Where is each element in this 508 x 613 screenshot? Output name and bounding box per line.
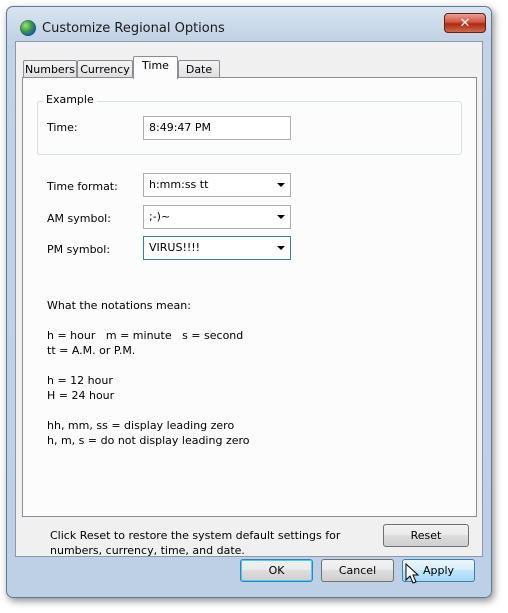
notation-no-leading-zero: h, m, s = do not display leading zero (47, 434, 250, 447)
tab-time[interactable]: Time (133, 56, 178, 79)
time-format-dropdown[interactable]: h:mm:ss tt (143, 173, 291, 197)
time-format-value: h:mm:ss tt (149, 178, 209, 191)
tab-currency[interactable]: Currency (77, 60, 133, 78)
window-title: Customize Regional Options (42, 21, 225, 36)
reset-button[interactable]: Reset (383, 524, 469, 547)
example-time-value: 8:49:47 PM (143, 116, 291, 140)
notation-24-hour: H = 24 hour (47, 389, 115, 402)
close-button[interactable]: ✕ (444, 13, 486, 33)
chevron-down-icon (277, 246, 285, 250)
am-symbol-dropdown[interactable]: ;-)~ (143, 205, 291, 229)
time-tab-panel: Example Time: 8:49:47 PM Time format: h:… (22, 77, 477, 517)
ok-button[interactable]: OK (240, 559, 313, 582)
chevron-down-icon (277, 215, 285, 219)
pm-symbol-value: VIRUS!!!! (149, 241, 201, 254)
mouse-cursor-icon (405, 563, 419, 584)
notation-hour-minute-second: h = hour m = minute s = second (47, 329, 244, 342)
pm-symbol-label: PM symbol: (47, 243, 111, 256)
globe-icon (20, 20, 36, 36)
tab-date[interactable]: Date (178, 60, 220, 78)
time-format-label: Time format: (47, 180, 118, 193)
notation-12-hour: h = 12 hour (47, 374, 113, 387)
am-symbol-label: AM symbol: (47, 212, 111, 225)
dialog-body: Numbers Currency Time Date Example Time:… (15, 41, 483, 557)
pm-symbol-dropdown[interactable]: VIRUS!!!! (143, 236, 291, 260)
chevron-down-icon (277, 183, 285, 187)
notation-leading-zero: hh, mm, ss = display leading zero (47, 419, 235, 432)
notation-am-pm: tt = A.M. or P.M. (47, 344, 136, 357)
am-symbol-value: ;-)~ (149, 210, 171, 223)
example-group-label: Example (43, 93, 97, 106)
reset-description: Click Reset to restore the system defaul… (50, 529, 341, 557)
notations-heading: What the notations mean: (47, 299, 191, 312)
example-time-label: Time: (47, 121, 78, 134)
dialog-window: Customize Regional Options ✕ Numbers Cur… (6, 6, 492, 598)
title-bar[interactable]: Customize Regional Options ✕ (7, 7, 491, 41)
cancel-button[interactable]: Cancel (321, 559, 394, 582)
tab-numbers[interactable]: Numbers (23, 60, 77, 78)
